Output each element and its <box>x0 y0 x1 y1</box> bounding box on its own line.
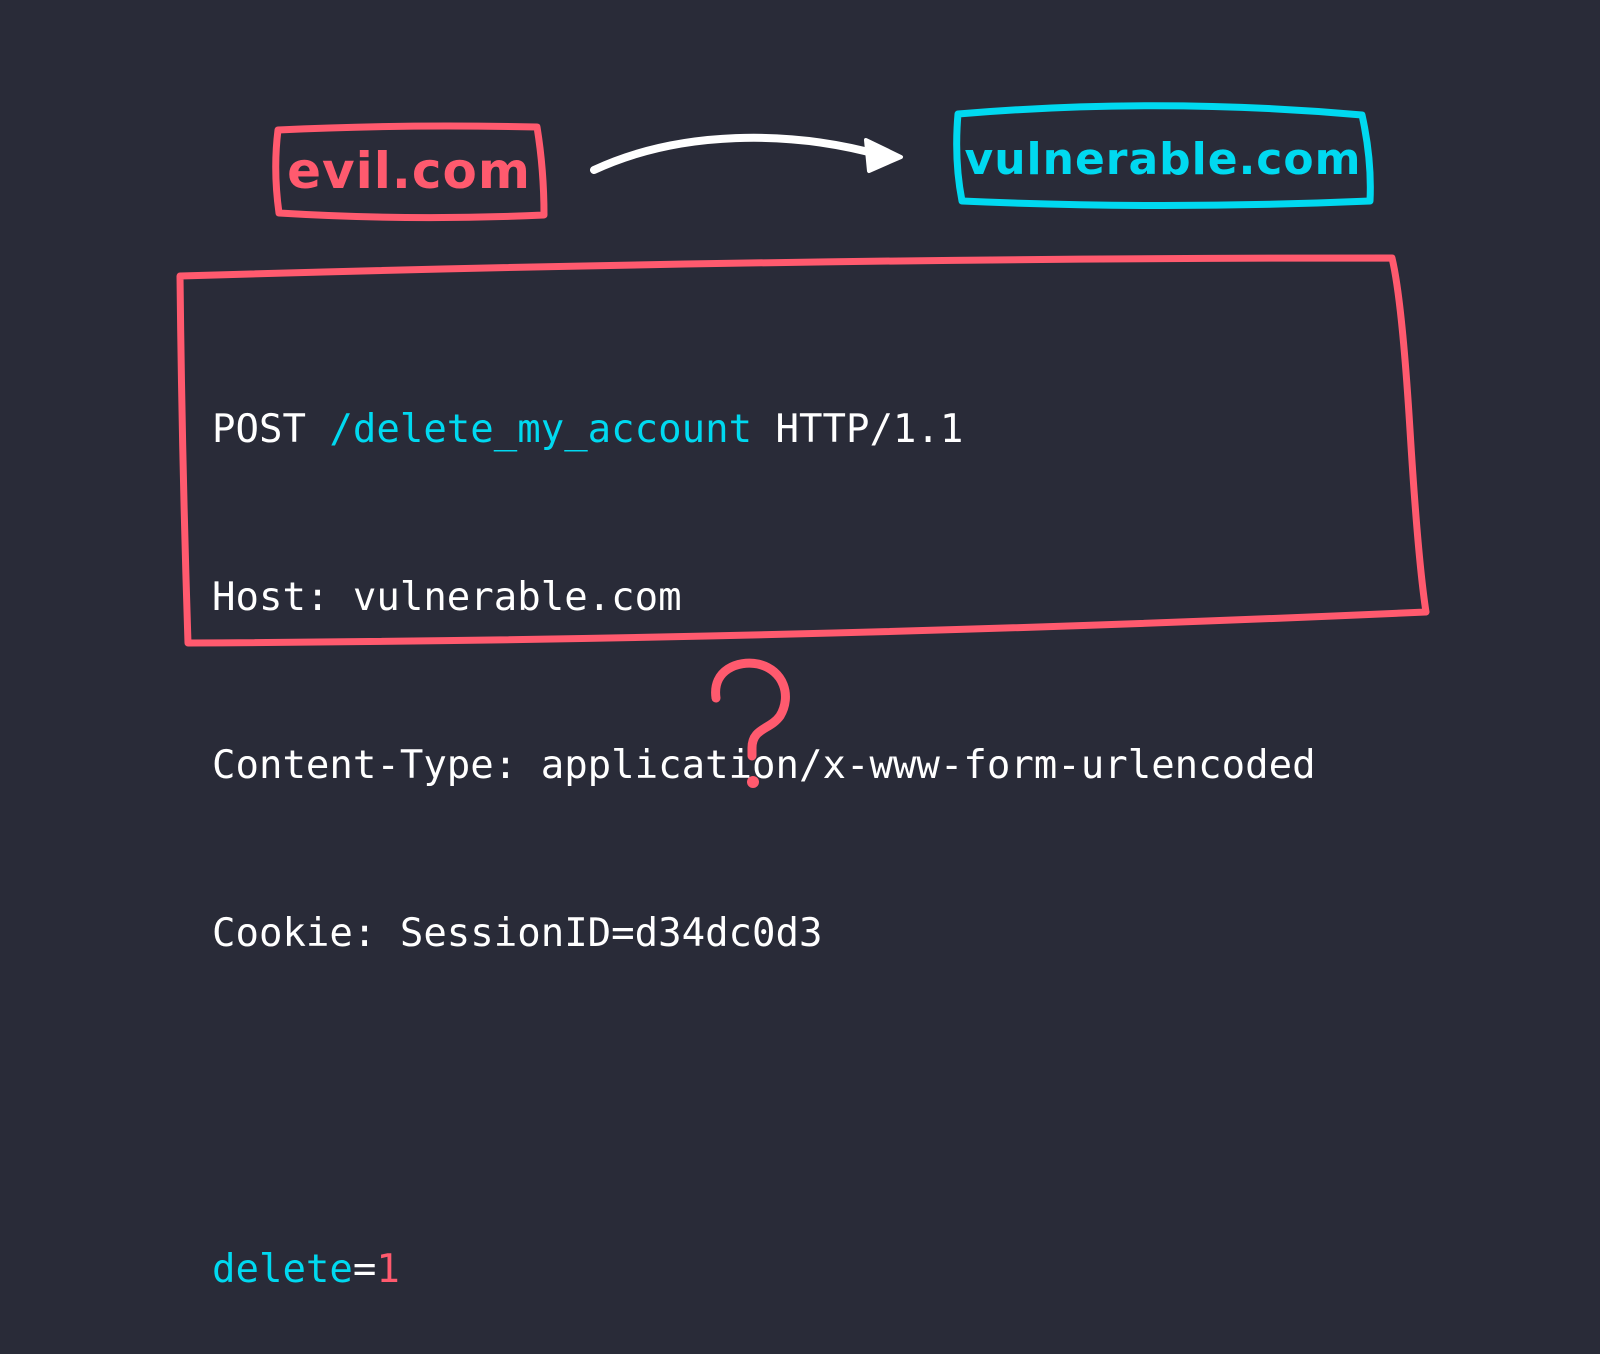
host-header: Host: vulnerable.com <box>212 575 682 620</box>
evil-label: evil.com <box>287 142 531 200</box>
cookie-header: Cookie: SessionID=d34dc0d3 <box>212 911 823 956</box>
body-key: delete <box>212 1247 353 1292</box>
arrow-head-icon <box>864 138 903 173</box>
arrow-line <box>590 133 884 174</box>
http-request: POST /delete_my_account HTTP/1.1 Host: v… <box>212 290 1316 1354</box>
request-body: delete=1 <box>212 1242 1316 1298</box>
request-method: POST <box>212 407 306 452</box>
content-type-header: Content-Type: application/x-www-form-url… <box>212 743 1316 788</box>
body-equals: = <box>352 1247 377 1292</box>
vulnerable-label: vulnerable.com <box>965 134 1362 185</box>
request-line: POST /delete_my_account HTTP/1.1 <box>212 402 1316 458</box>
request-protocol: HTTP/1.1 <box>775 407 964 452</box>
request-path: /delete_my_account <box>329 407 753 452</box>
body-value: 1 <box>376 1247 400 1292</box>
